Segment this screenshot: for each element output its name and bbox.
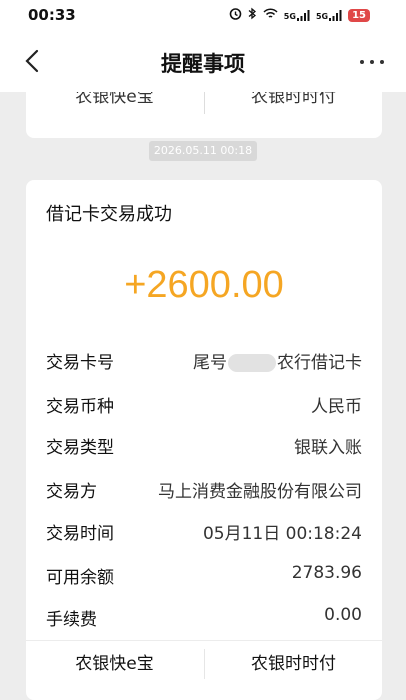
card-number-suffix: 农行借记卡	[277, 353, 362, 373]
bluetooth-icon	[248, 7, 257, 23]
card-title: 借记卡交易成功	[46, 204, 172, 225]
signal-label: 5G	[315, 11, 329, 21]
detail-label: 交易币种	[46, 397, 114, 417]
masked-digits	[228, 354, 276, 372]
more-options-icon[interactable]	[360, 60, 384, 64]
wifi-icon	[263, 7, 278, 23]
card-actions: 农银快e宝 农银时时付	[26, 640, 382, 687]
detail-value: 05月11日 00:18:24	[202, 524, 362, 544]
detail-value: 2783.96	[291, 563, 362, 583]
detail-row-currency: 交易币种 人民币	[46, 392, 362, 420]
signal-5g-icon: 5G	[283, 9, 310, 21]
prev-realtime-pay-button[interactable]: 农银时时付	[205, 92, 382, 110]
status-bar: 00:33 5G 5G 15	[0, 0, 406, 30]
detail-row-balance: 可用余额 2783.96	[46, 563, 362, 591]
detail-row-time: 交易时间 05月11日 00:18:24	[46, 519, 362, 547]
alarm-icon	[229, 7, 242, 23]
detail-row-type: 交易类型 银联入账	[46, 433, 362, 461]
detail-row-card-number: 交易卡号 尾号 农行借记卡	[46, 348, 362, 376]
transaction-amount: +2600.00	[124, 264, 284, 306]
detail-label: 可用余额	[46, 568, 114, 588]
prev-quick-e-bao-button[interactable]: 农银快e宝	[26, 92, 203, 110]
signal-5g-icon: 5G	[315, 9, 342, 21]
battery-icon: 15	[348, 8, 370, 22]
detail-label: 手续费	[46, 610, 97, 630]
status-time: 00:33	[28, 6, 76, 24]
detail-label: 交易时间	[46, 524, 114, 544]
card-number-prefix: 尾号	[193, 353, 227, 373]
detail-label: 交易卡号	[46, 353, 114, 373]
detail-value: 人民币	[311, 397, 362, 417]
detail-value: 0.00	[324, 605, 362, 625]
signal-label: 5G	[283, 11, 296, 21]
previous-message-card: 农银快e宝 农银时时付	[26, 92, 382, 138]
detail-value: 银联入账	[294, 438, 362, 458]
message-timestamp: 2026.05.11 00:18	[149, 141, 257, 161]
transaction-card: 借记卡交易成功 +2600.00 交易卡号 尾号 农行借记卡 交易币种 人民币 交…	[26, 180, 382, 700]
status-icons: 5G 5G 15	[229, 7, 370, 23]
detail-value: 尾号 农行借记卡	[193, 348, 362, 373]
detail-label: 交易方	[46, 482, 97, 502]
quick-e-bao-button[interactable]: 农银快e宝	[26, 641, 203, 687]
detail-label: 交易类型	[46, 438, 114, 458]
detail-value: 马上消费金融股份有限公司	[158, 482, 362, 502]
detail-row-fee: 手续费 0.00	[46, 605, 362, 633]
realtime-pay-button[interactable]: 农银时时付	[205, 641, 382, 687]
detail-row-counterparty: 交易方 马上消费金融股份有限公司	[46, 477, 362, 505]
page-title: 提醒事项	[161, 52, 245, 76]
nav-bar: 提醒事项	[0, 30, 406, 92]
